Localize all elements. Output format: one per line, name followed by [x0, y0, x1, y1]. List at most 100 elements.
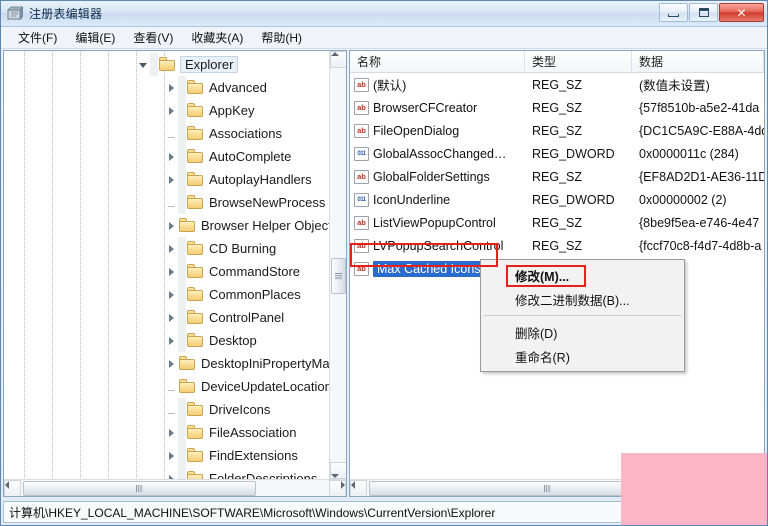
value-row[interactable]: 011 GlobalAssocChanged… REG_DWORD 0x0000011…: [350, 142, 764, 165]
ctx-modify-binary[interactable]: 修改二进制数据(B)...: [481, 287, 684, 311]
string-value-icon: ab: [354, 169, 369, 184]
chevron-left-icon: [5, 481, 9, 489]
value-row[interactable]: ab (默认) REG_SZ (数值未设置): [350, 73, 764, 96]
value-row[interactable]: ab BrowserCFCreator REG_SZ {57f8510b-a5e2-4…: [350, 96, 764, 119]
menu-view[interactable]: 查看(V): [124, 27, 182, 48]
column-name[interactable]: 名称: [350, 51, 525, 72]
value-row[interactable]: ab GlobalFolderSettings REG_SZ {EF8AD2D1-AE…: [350, 165, 764, 188]
value-row[interactable]: ab FileOpenDialog REG_SZ {DC1C5A9C-E88A-4dd: [350, 119, 764, 142]
tree-leaf-connector: [164, 196, 178, 210]
tree-item-appkey[interactable]: AppKey: [4, 99, 331, 122]
ctx-delete[interactable]: 删除(D): [481, 320, 684, 344]
tree-item-folderdescriptions[interactable]: FolderDescriptions: [4, 467, 331, 479]
column-type[interactable]: 类型: [525, 51, 632, 72]
tree-item-driveicons[interactable]: DriveIcons: [4, 398, 331, 421]
chevron-right-icon[interactable]: [164, 334, 178, 348]
value-name: (默认): [373, 79, 407, 93]
tree-item-controlpanel[interactable]: ControlPanel: [4, 306, 331, 329]
value-data-cell: (数值未设置): [639, 79, 710, 93]
chevron-right-icon[interactable]: [164, 81, 178, 95]
tree-item-label: DesktopIniPropertyMap: [201, 356, 331, 371]
value-name-cell: ab FileOpenDialog: [350, 119, 525, 142]
ctx-modify[interactable]: 修改(M)...: [481, 263, 684, 287]
values-scroll-left-button[interactable]: [350, 480, 367, 496]
value-data-cell: 0x0000011c (284): [639, 146, 739, 161]
tree-item-label: ControlPanel: [209, 310, 285, 325]
menu-file[interactable]: 文件(F): [9, 27, 66, 48]
chevron-right-icon[interactable]: [164, 104, 178, 118]
chevron-right-icon[interactable]: [164, 357, 178, 371]
grip-icon: [335, 272, 342, 280]
tree-scroll-up-button[interactable]: [330, 51, 346, 68]
tree-item-label: BrowseNewProcess: [209, 195, 326, 210]
chevron-right-icon[interactable]: [164, 219, 178, 233]
folder-icon: [187, 287, 204, 302]
tree-item-findextensions[interactable]: FindExtensions: [4, 444, 331, 467]
window-title: 注册表编辑器: [29, 7, 103, 21]
tree-scroll-left-button[interactable]: [4, 480, 21, 496]
column-data[interactable]: 数据: [632, 51, 764, 72]
tree-item-browser-helper-objects[interactable]: Browser Helper Objects: [4, 214, 331, 237]
chevron-right-icon[interactable]: [164, 173, 178, 187]
tree-scroll-thumb[interactable]: [331, 258, 346, 294]
chevron-right-icon[interactable]: [164, 265, 178, 279]
tree-vertical-scrollbar[interactable]: [329, 51, 346, 479]
close-button[interactable]: ✕: [719, 3, 764, 22]
value-data-cell: {EF8AD2D1-AE36-11D: [639, 169, 764, 184]
values-column-header: 名称 类型 数据: [350, 51, 764, 73]
chevron-down-icon[interactable]: [136, 58, 150, 72]
maximize-button[interactable]: [689, 3, 718, 22]
tree-item-fileassociation[interactable]: FileAssociation: [4, 421, 331, 444]
tree-item-commonplaces[interactable]: CommonPlaces: [4, 283, 331, 306]
value-row[interactable]: 011 IconUnderline REG_DWORD 0x00000002 (2): [350, 188, 764, 211]
menu-favorites[interactable]: 收藏夹(A): [182, 27, 252, 48]
tree-item-advanced[interactable]: Advanced: [4, 76, 331, 99]
tree-item-autocomplete[interactable]: AutoComplete: [4, 145, 331, 168]
tree-hscroll-thumb[interactable]: [23, 481, 256, 496]
tree-item-autoplayhandlers[interactable]: AutoplayHandlers: [4, 168, 331, 191]
value-data-cell: {8be9f5ea-e746-4e47: [639, 215, 760, 230]
value-name-cell: ab GlobalFolderSettings: [350, 165, 525, 188]
folder-icon: [187, 448, 204, 463]
value-data-cell: {DC1C5A9C-E88A-4dd: [639, 123, 764, 138]
chevron-right-icon[interactable]: [164, 288, 178, 302]
tree-item-desktop[interactable]: Desktop: [4, 329, 331, 352]
value-type-cell: REG_SZ: [532, 238, 583, 253]
tree-connector-dots: [178, 76, 186, 99]
chevron-right-icon[interactable]: [164, 311, 178, 325]
chevron-right-icon[interactable]: [164, 242, 178, 256]
value-row[interactable]: ab ListViewPopupControl REG_SZ {8be9f5ea-e7…: [350, 211, 764, 234]
tree-connector-dots: [178, 168, 186, 191]
chevron-right-icon[interactable]: [164, 472, 178, 479]
menu-help[interactable]: 帮助(H): [252, 27, 311, 48]
tree-item-label: DeviceUpdateLocations: [201, 379, 331, 394]
value-row[interactable]: ab LVPopupSearchControl REG_SZ {fccf70c8-f4…: [350, 234, 764, 257]
tree-scroll-right-button[interactable]: [329, 480, 346, 496]
tree-item-label: Associations: [209, 126, 282, 141]
tree-connector-dots: [178, 260, 186, 283]
grip-icon: [136, 485, 143, 492]
tree-item-associations[interactable]: Associations: [4, 122, 331, 145]
minimize-button[interactable]: [659, 3, 688, 22]
chevron-right-icon[interactable]: [164, 426, 178, 440]
registry-editor-window: 注册表编辑器 ✕ 文件(F) 编辑(E) 查看(V) 收藏夹(A) 帮助(H) Expl…: [0, 0, 768, 526]
ctx-rename[interactable]: 重命名(R): [481, 344, 684, 368]
tree-item-label: Browser Helper Objects: [201, 218, 331, 233]
tree-horizontal-scrollbar[interactable]: [4, 479, 346, 496]
tree-item-deviceupdatelocations[interactable]: DeviceUpdateLocations: [4, 375, 331, 398]
menu-edit[interactable]: 编辑(E): [66, 27, 124, 48]
tree-item-desktopinipropertymap[interactable]: DesktopIniPropertyMap: [4, 352, 331, 375]
tree-item-cd-burning[interactable]: CD Burning: [4, 237, 331, 260]
chevron-right-icon[interactable]: [164, 150, 178, 164]
chevron-right-icon[interactable]: [164, 449, 178, 463]
value-type-cell: REG_SZ: [532, 215, 583, 230]
folder-icon: [187, 425, 204, 440]
value-name: ListViewPopupControl: [373, 215, 496, 230]
tree-item-explorer[interactable]: Explorer: [4, 53, 331, 76]
tree-scroll-down-button[interactable]: [330, 462, 346, 479]
tree-item-commandstore[interactable]: CommandStore: [4, 260, 331, 283]
registry-editor-icon: [7, 5, 24, 22]
value-context-menu[interactable]: 修改(M)... 修改二进制数据(B)... 删除(D) 重命名(R): [480, 259, 685, 372]
registry-tree[interactable]: Explorer Advanced AppKey Associations AutoCo…: [4, 51, 331, 479]
tree-item-browsenewprocess[interactable]: BrowseNewProcess: [4, 191, 331, 214]
